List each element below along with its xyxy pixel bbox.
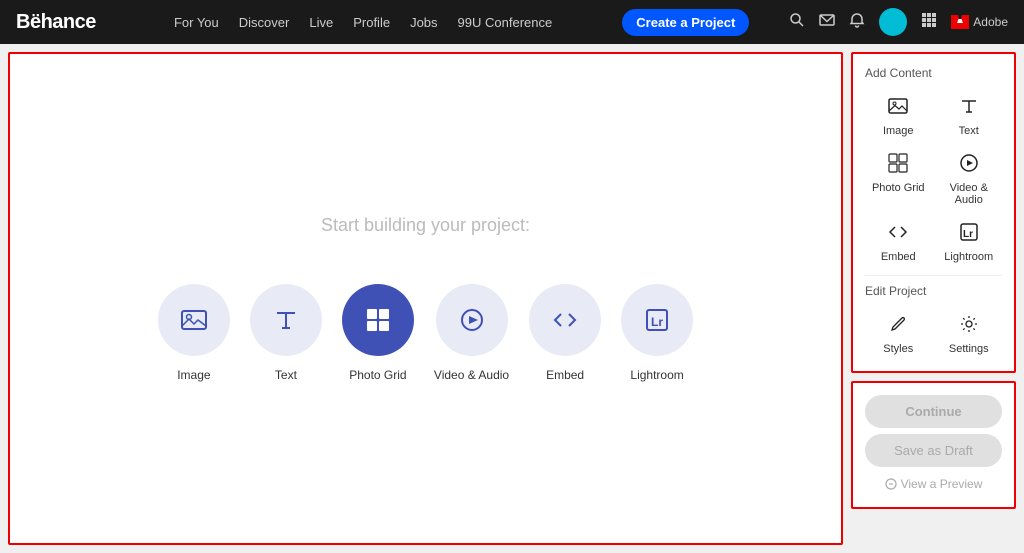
action-panel: Continue Save as Draft View a Preview (851, 381, 1016, 509)
video-audio-icon (959, 153, 979, 178)
tool-circle-text[interactable] (250, 284, 322, 356)
mail-icon[interactable] (819, 12, 835, 33)
continue-button[interactable]: Continue (865, 395, 1002, 428)
tool-label-embed: Embed (546, 368, 584, 382)
adobe-logo: Adobe (951, 15, 1008, 29)
sidebar-embed-label: Embed (881, 251, 916, 263)
sidebar-photo-grid[interactable]: Photo Grid (865, 149, 932, 210)
adobe-label: Adobe (973, 15, 1008, 29)
sidebar-video-audio[interactable]: Video & Audio (936, 149, 1003, 210)
save-draft-button[interactable]: Save as Draft (865, 434, 1002, 467)
panel-divider (865, 275, 1002, 276)
text-icon (959, 96, 979, 121)
sidebar-text-label: Text (959, 125, 979, 137)
tool-circle-video[interactable] (436, 284, 508, 356)
nav-discover[interactable]: Discover (239, 15, 290, 30)
bell-icon[interactable] (849, 12, 865, 33)
tool-circle-lightroom[interactable]: Lr (621, 284, 693, 356)
sidebar-lightroom-label: Lightroom (944, 251, 993, 263)
tool-circle-image[interactable] (158, 284, 230, 356)
preview-label: View a Preview (901, 477, 983, 491)
search-icon[interactable] (789, 12, 805, 33)
main-layout: Start building your project: Image (0, 44, 1024, 553)
create-project-button[interactable]: Create a Project (622, 9, 749, 36)
tool-image[interactable]: Image (158, 284, 230, 382)
tool-lightroom[interactable]: Lr Lightroom (621, 284, 693, 382)
tool-circle-embed[interactable] (529, 284, 601, 356)
embed-icon (888, 222, 908, 247)
nav-jobs[interactable]: Jobs (410, 15, 437, 30)
sidebar-settings-label: Settings (949, 343, 989, 355)
brand-logo: Bëhance (16, 11, 96, 34)
sidebar-image[interactable]: Image (865, 92, 932, 141)
sidebar-embed[interactable]: Embed (865, 218, 932, 267)
svg-text:Lr: Lr (651, 315, 663, 329)
photo-grid-icon (888, 153, 908, 178)
nav-99u[interactable]: 99U Conference (458, 15, 553, 30)
navbar-right: Adobe (789, 8, 1008, 36)
sidebar-lightroom[interactable]: Lr Lightroom (936, 218, 1003, 267)
avatar[interactable] (879, 8, 907, 36)
sidebar-video-label: Video & Audio (940, 182, 999, 206)
sidebar-settings[interactable]: Settings (936, 310, 1003, 359)
tool-circle-photo-grid[interactable] (342, 284, 414, 356)
tool-label-lightroom: Lightroom (630, 368, 683, 382)
navbar: Bëhance For You Discover Live Profile Jo… (0, 0, 1024, 44)
tool-text[interactable]: Text (250, 284, 322, 382)
lightroom-icon: Lr (959, 222, 979, 247)
apps-grid-icon[interactable] (921, 12, 937, 33)
canvas-prompt: Start building your project: (321, 215, 530, 236)
tool-label-video: Video & Audio (434, 368, 509, 382)
tool-label-text: Text (275, 368, 297, 382)
tool-label-photo-grid: Photo Grid (349, 368, 406, 382)
tool-photo-grid[interactable]: Photo Grid (342, 284, 414, 382)
preview-button[interactable]: View a Preview (865, 473, 1002, 495)
tool-video-audio[interactable]: Video & Audio (434, 284, 509, 382)
sidebar: Add Content Image Text (851, 52, 1016, 545)
nav-links: For You Discover Live Profile Jobs 99U C… (128, 15, 598, 30)
settings-icon (959, 314, 979, 339)
tool-embed[interactable]: Embed (529, 284, 601, 382)
tool-label-image: Image (177, 368, 210, 382)
sidebar-text[interactable]: Text (936, 92, 1003, 141)
sidebar-styles[interactable]: Styles (865, 310, 932, 359)
nav-for-you[interactable]: For You (174, 15, 219, 30)
nav-live[interactable]: Live (309, 15, 333, 30)
add-content-panel: Add Content Image Text (851, 52, 1016, 373)
canvas-area: Start building your project: Image (8, 52, 843, 545)
add-content-title: Add Content (865, 66, 1002, 80)
canvas-tools: Image Text (158, 284, 693, 382)
image-icon (888, 96, 908, 121)
sidebar-photo-grid-label: Photo Grid (872, 182, 925, 194)
add-content-grid: Image Text Photo Grid (865, 92, 1002, 267)
edit-project-title: Edit Project (865, 284, 1002, 298)
nav-profile[interactable]: Profile (353, 15, 390, 30)
sidebar-styles-label: Styles (883, 343, 913, 355)
svg-text:Lr: Lr (963, 229, 973, 240)
sidebar-image-label: Image (883, 125, 914, 137)
edit-project-grid: Styles Settings (865, 310, 1002, 359)
styles-icon (888, 314, 908, 339)
